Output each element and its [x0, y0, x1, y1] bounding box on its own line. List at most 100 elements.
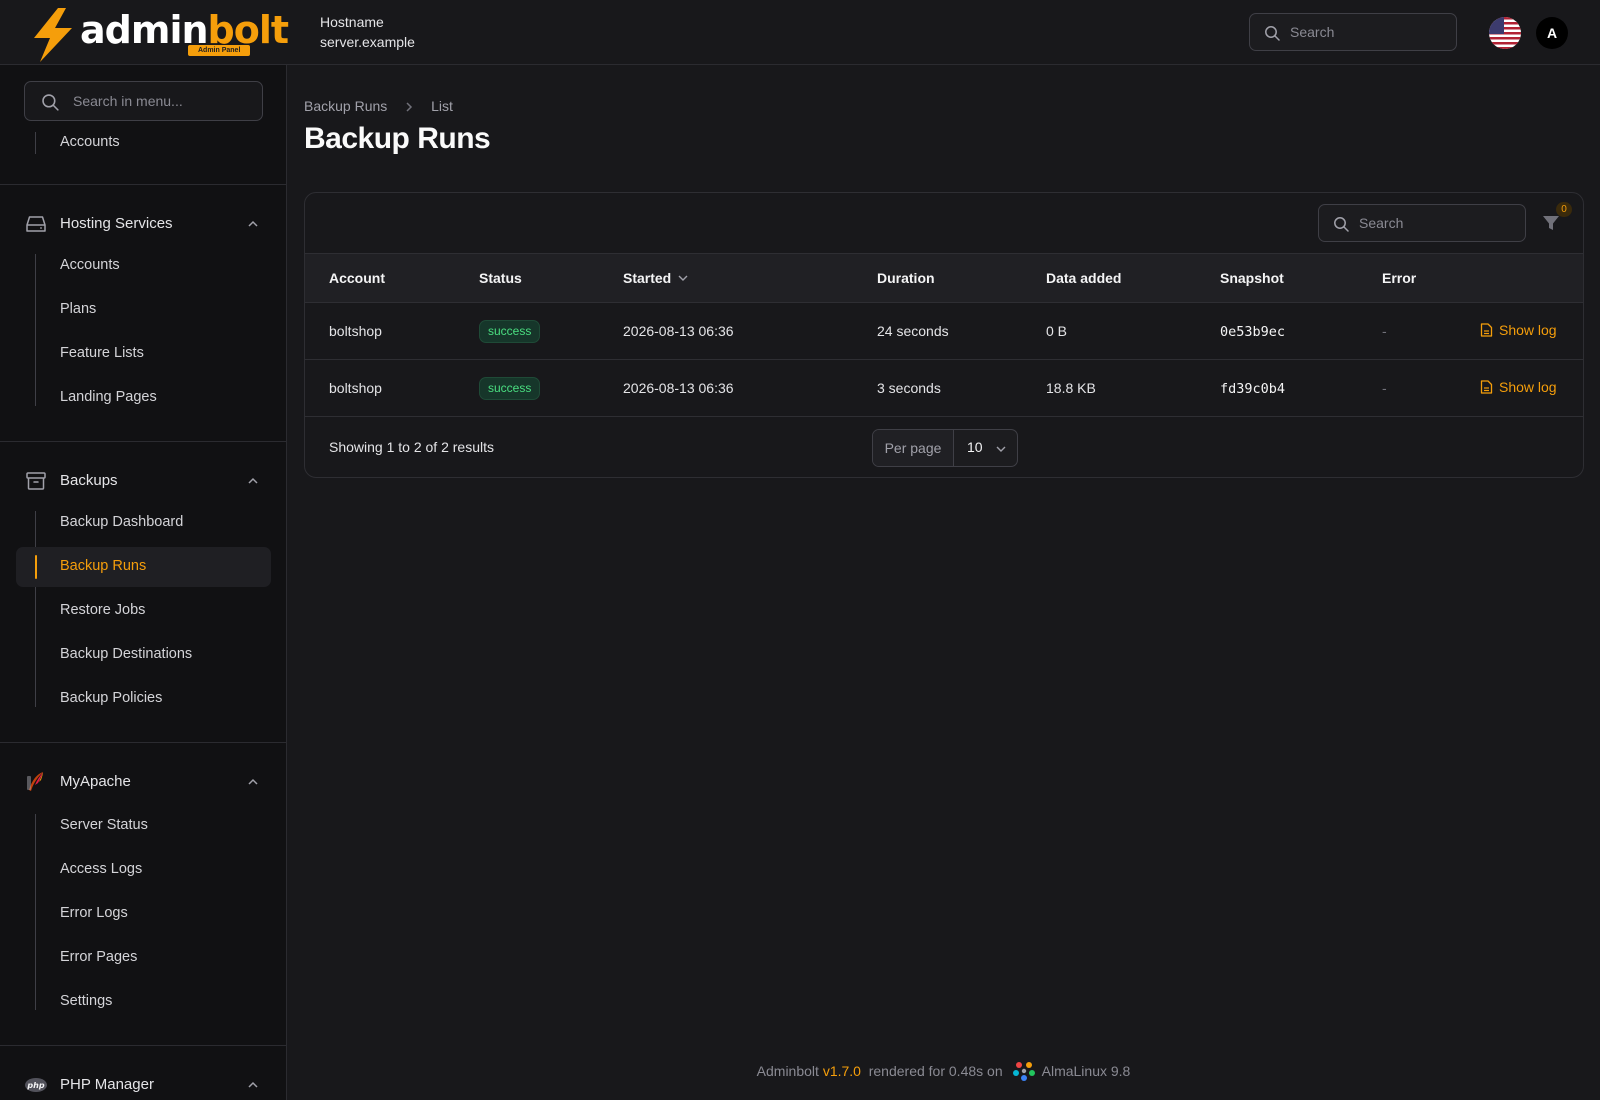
active-indicator: [35, 555, 37, 579]
filter-count-badge: 0: [1556, 202, 1572, 217]
cell-error: -: [1382, 323, 1387, 339]
sidebar-item-backup-runs[interactable]: Backup Runs: [16, 547, 271, 587]
sidebar-item-accounts-top[interactable]: Accounts: [16, 123, 271, 163]
sidebar-item-landing-pages[interactable]: Landing Pages: [16, 378, 271, 418]
table-row[interactable]: boltshop success 2026-08-13 06:36 3 seco…: [305, 360, 1583, 417]
hostname-value: server.example: [320, 34, 415, 50]
per-page-value: 10: [967, 439, 983, 455]
group-backups[interactable]: Backups: [24, 469, 263, 493]
status-badge: success: [479, 320, 541, 343]
table-header: Account Status Started Duration Data add…: [305, 254, 1583, 303]
chevron-up-icon[interactable]: [247, 218, 259, 230]
breadcrumb-backup-runs[interactable]: Backup Runs: [304, 98, 387, 114]
search-icon: [1334, 217, 1349, 232]
table-search-placeholder: Search: [1359, 215, 1404, 231]
group-divider: [0, 441, 286, 442]
language-flag-icon[interactable]: [1489, 17, 1521, 49]
adminbolt-logo[interactable]: adminbolt Admin Panel: [30, 8, 289, 62]
menu-search-input[interactable]: Search in menu...: [24, 81, 263, 121]
sidebar-item-error-logs[interactable]: Error Logs: [16, 894, 271, 934]
sidebar-item-accounts[interactable]: Accounts: [16, 246, 271, 286]
show-log-button[interactable]: Show log: [1480, 322, 1557, 338]
chevron-down-icon: [996, 446, 1006, 452]
cell-data-added: 0 B: [1046, 323, 1068, 339]
per-page-select[interactable]: Per page 10: [872, 429, 1018, 467]
sidebar-item-server-status[interactable]: Server Status: [16, 806, 271, 846]
filter-icon[interactable]: [1542, 214, 1560, 232]
group-myapache[interactable]: MyApache: [24, 770, 263, 794]
table-footer: Showing 1 to 2 of 2 results Per page 10: [305, 417, 1583, 477]
search-icon: [1265, 26, 1280, 41]
user-avatar[interactable]: A: [1536, 17, 1568, 49]
sidebar-item-access-logs[interactable]: Access Logs: [16, 850, 271, 890]
cell-started: 2026-08-13 06:36: [623, 323, 734, 339]
col-started-sortable[interactable]: Started: [623, 270, 689, 286]
breadcrumb: Backup Runs List: [304, 97, 453, 114]
logo-badge: Admin Panel: [188, 45, 251, 56]
backup-runs-table-card: Search 0 Account Status Started Duration…: [304, 192, 1584, 478]
sidebar-item-error-pages[interactable]: Error Pages: [16, 938, 271, 978]
breadcrumb-list: List: [431, 98, 453, 115]
hostname-label: Hostname: [320, 14, 384, 30]
document-icon: [1480, 380, 1493, 394]
document-icon: [1480, 323, 1493, 337]
us-flag-icon: [1489, 17, 1521, 49]
group-php-manager[interactable]: php PHP Manager: [24, 1073, 263, 1097]
cell-duration: 3 seconds: [877, 380, 941, 396]
chevron-up-icon[interactable]: [247, 776, 259, 788]
cell-account: boltshop: [329, 380, 382, 396]
col-data-added: Data added: [1046, 270, 1122, 286]
sort-chevron-down-icon: [678, 275, 688, 281]
apache-feather-icon: [27, 772, 43, 791]
sidebar-item-backup-destinations[interactable]: Backup Destinations: [16, 635, 271, 675]
group-divider: [0, 1045, 286, 1046]
top-bar: adminbolt Admin Panel Hostname server.ex…: [0, 0, 1600, 65]
cell-error: -: [1382, 380, 1387, 396]
global-search-placeholder: Search: [1290, 24, 1335, 40]
svg-text:php: php: [26, 1081, 44, 1090]
per-page-label: Per page: [873, 430, 954, 466]
menu-search-placeholder: Search in menu...: [73, 93, 183, 109]
footer-rendered: rendered for 0.48s on: [868, 1063, 1003, 1079]
sidebar-item-plans[interactable]: Plans: [16, 290, 271, 330]
sidebar-item-feature-lists[interactable]: Feature Lists: [16, 334, 271, 374]
search-icon: [42, 94, 59, 111]
sidebar-item-restore-jobs[interactable]: Restore Jobs: [16, 591, 271, 631]
col-status: Status: [479, 270, 522, 286]
chevron-up-icon[interactable]: [247, 1079, 259, 1091]
hostname-info: Hostname server.example: [320, 12, 415, 52]
footer-version[interactable]: v1.7.0: [823, 1063, 861, 1079]
col-duration: Duration: [877, 270, 935, 286]
cell-duration: 24 seconds: [877, 323, 949, 339]
php-icon: php: [25, 1078, 47, 1092]
table-row[interactable]: boltshop success 2026-08-13 06:36 24 sec…: [305, 303, 1583, 360]
server-icon: [26, 216, 46, 232]
table-search-input[interactable]: Search: [1318, 204, 1526, 242]
footer-prefix: Adminbolt: [756, 1063, 819, 1079]
group-divider: [0, 742, 286, 743]
status-badge: success: [479, 377, 541, 400]
bolt-logo-icon: [34, 8, 72, 62]
almalinux-icon: [1012, 1062, 1035, 1081]
sidebar-item-settings[interactable]: Settings: [16, 982, 271, 1022]
cell-account: boltshop: [329, 323, 382, 339]
col-account: Account: [329, 270, 385, 286]
global-search-input[interactable]: Search: [1249, 13, 1457, 51]
page-title: Backup Runs: [304, 122, 491, 155]
group-hosting-services[interactable]: Hosting Services: [24, 212, 263, 236]
footer-os: AlmaLinux 9.8: [1041, 1063, 1131, 1079]
sidebar: Search in menu... Accounts Hosting Servi…: [0, 65, 287, 1100]
chevron-up-icon[interactable]: [247, 475, 259, 487]
col-error: Error: [1382, 270, 1417, 286]
table-toolbar: Search 0: [305, 193, 1583, 254]
show-log-button[interactable]: Show log: [1480, 379, 1557, 395]
chevron-right-icon: [403, 100, 415, 112]
sidebar-item-backup-policies[interactable]: Backup Policies: [16, 679, 271, 719]
col-snapshot: Snapshot: [1220, 270, 1284, 286]
cell-started: 2026-08-13 06:36: [623, 380, 734, 396]
logo-wordmark: adminbolt: [80, 8, 289, 52]
cell-snapshot: 0e53b9ec: [1220, 324, 1286, 340]
sidebar-item-backup-dashboard[interactable]: Backup Dashboard: [16, 503, 271, 543]
group-divider: [0, 184, 286, 185]
page-footer: Adminbolt v1.7.0 rendered for 0.48s on A…: [287, 1060, 1600, 1082]
